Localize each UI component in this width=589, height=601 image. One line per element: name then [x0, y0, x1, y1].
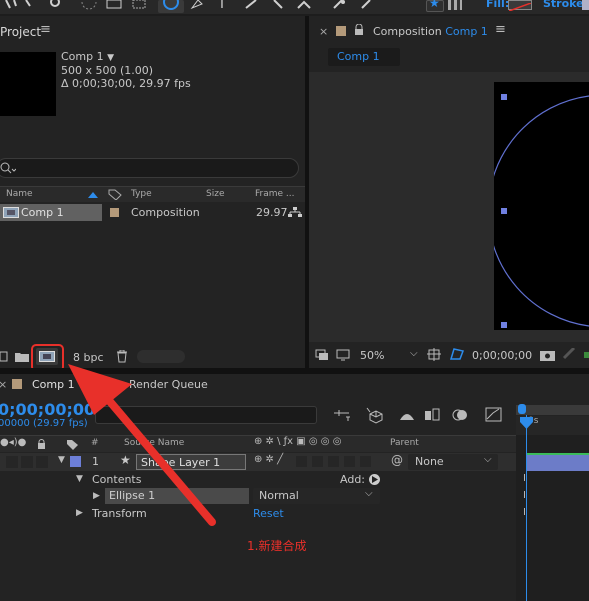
annotation-arrow — [68, 364, 216, 526]
annotation-label: 1.新建合成 — [247, 539, 307, 553]
